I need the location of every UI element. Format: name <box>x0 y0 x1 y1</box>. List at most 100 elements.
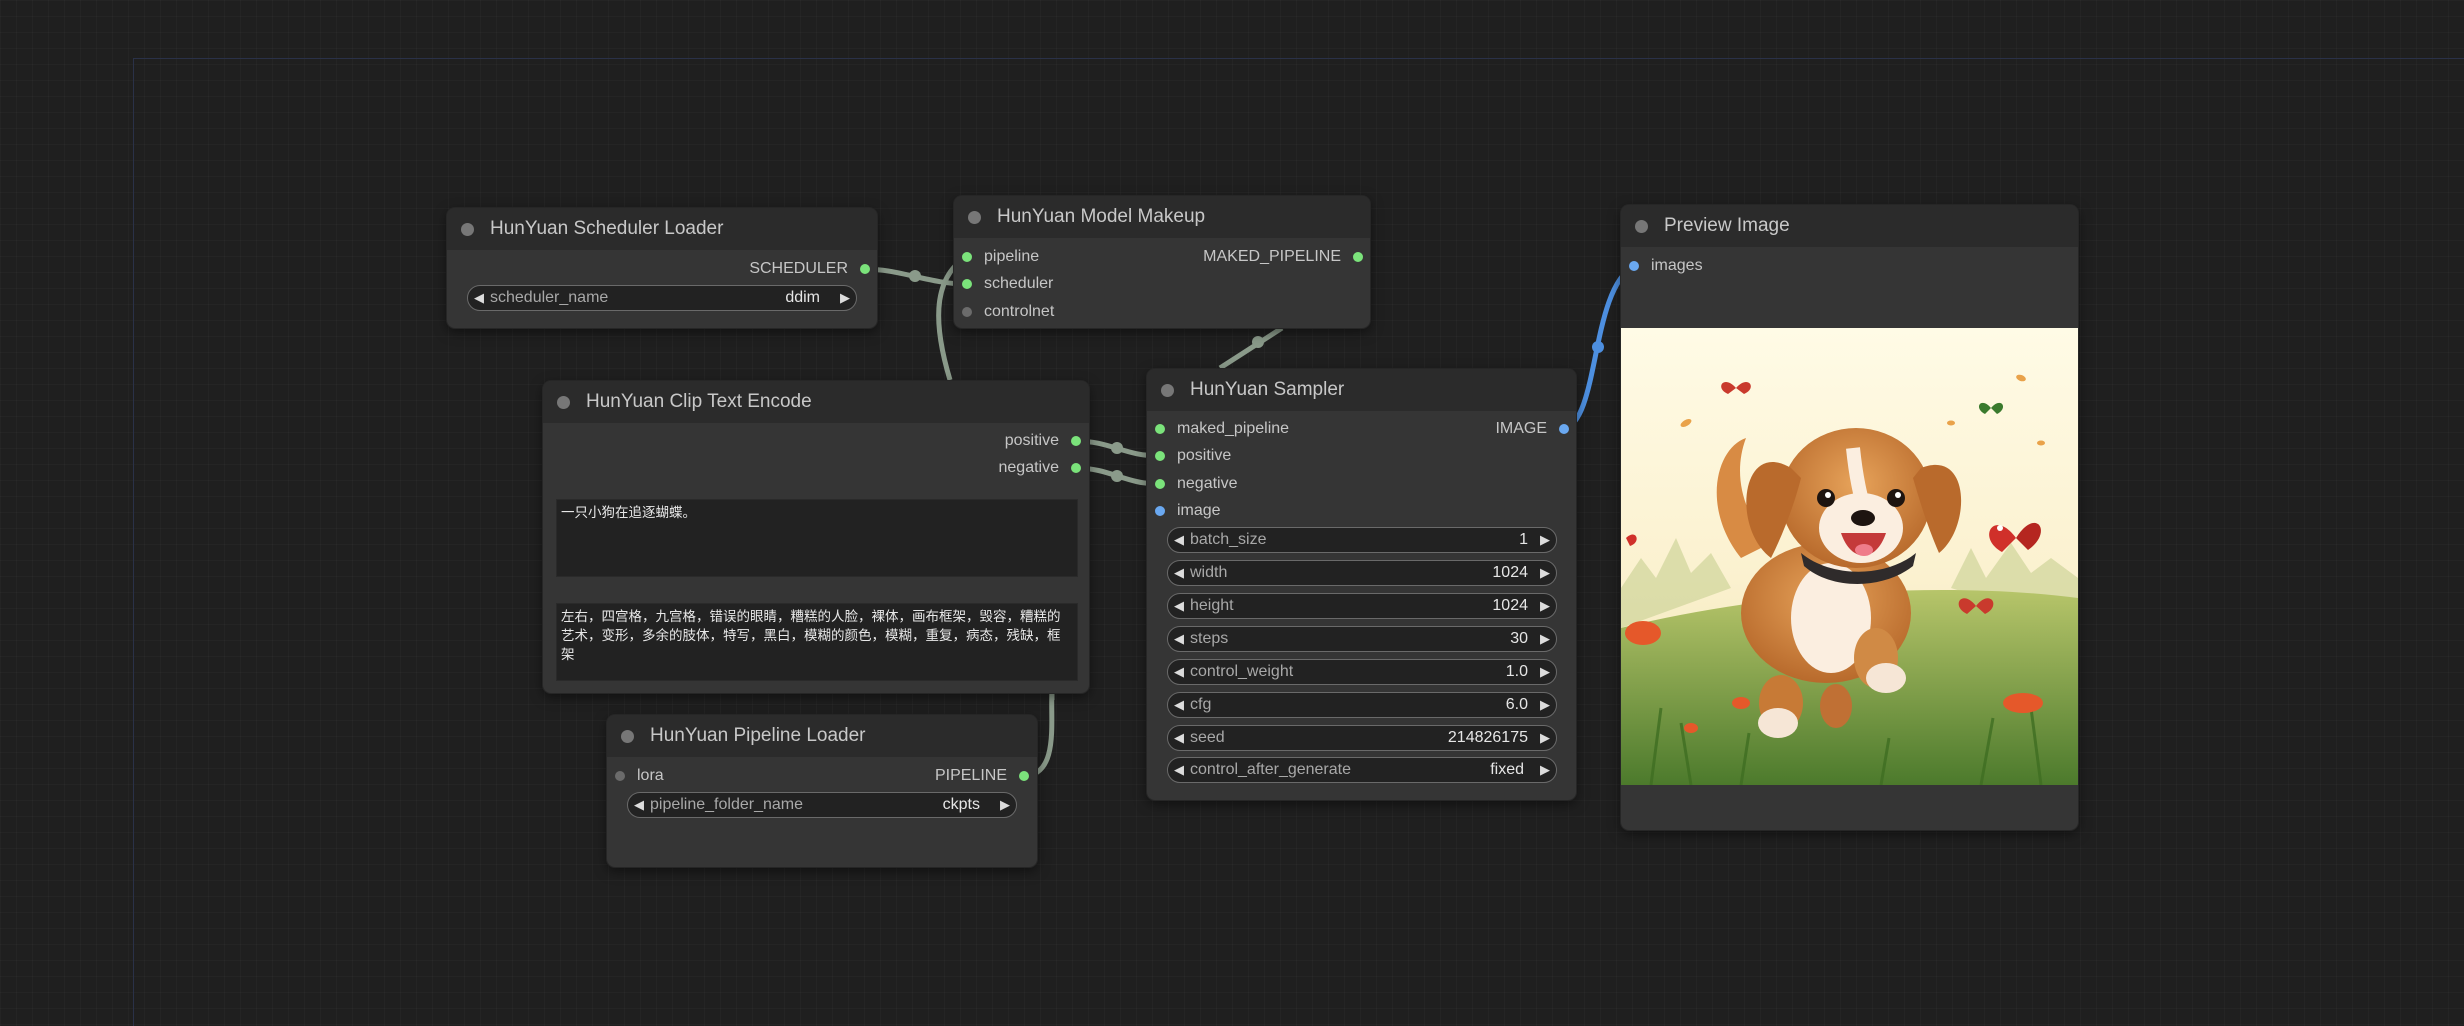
increment-arrow-icon[interactable]: ▶ <box>1534 730 1556 746</box>
decrement-arrow-icon[interactable]: ◀ <box>1168 631 1190 647</box>
output-slot-pipeline[interactable]: PIPELINE <box>935 763 1029 789</box>
decrement-arrow-icon[interactable]: ◀ <box>1168 664 1190 680</box>
widget-value: ddim <box>785 289 820 306</box>
input-slot-images[interactable]: images <box>1629 253 1703 279</box>
node-title-bar[interactable]: HunYuan Model Makeup <box>954 196 1370 238</box>
widget-value: fixed <box>1490 761 1524 778</box>
output-slot-positive[interactable]: positive <box>1005 428 1081 454</box>
collapse-toggle-icon[interactable] <box>968 210 981 224</box>
number-height[interactable]: ◀ height 1024 ▶ <box>1167 593 1557 619</box>
widget-label: control_weight <box>1190 663 1294 680</box>
node-model-makeup[interactable]: HunYuan Model Makeup pipeline scheduler … <box>954 196 1370 328</box>
slot-label: negative <box>998 459 1060 476</box>
output-slot-negative[interactable]: negative <box>998 455 1081 481</box>
decrement-arrow-icon[interactable]: ◀ <box>1168 532 1190 548</box>
input-slot-scheduler[interactable]: scheduler <box>962 271 1053 297</box>
decrement-arrow-icon[interactable]: ◀ <box>1168 730 1190 746</box>
collapse-toggle-icon[interactable] <box>1161 383 1174 397</box>
slot-label: image <box>1177 502 1221 519</box>
negative-prompt-textarea[interactable]: 左右，四宫格，九宫格，错误的眼睛，糟糕的人脸，裸体，画布框架，毁容，糟糕的艺术，… <box>556 603 1078 681</box>
slot-connector-icon[interactable] <box>1155 479 1165 489</box>
slot-connector-icon[interactable] <box>962 279 972 289</box>
increment-arrow-icon[interactable]: ▶ <box>1534 762 1556 778</box>
slot-label: positive <box>1004 432 1059 449</box>
widget-value: 6.0 <box>1505 696 1528 713</box>
slot-label: IMAGE <box>1495 420 1547 437</box>
widget-value: 1024 <box>1492 597 1528 614</box>
number-batch-size[interactable]: ◀ batch_size 1 ▶ <box>1167 527 1557 553</box>
widget-label: batch_size <box>1190 531 1267 548</box>
decrement-arrow-icon[interactable]: ◀ <box>1168 762 1190 778</box>
output-slot-maked-pipeline[interactable]: MAKED_PIPELINE <box>1203 244 1363 270</box>
input-slot-pipeline[interactable]: pipeline <box>962 244 1039 270</box>
input-slot-maked-pipeline[interactable]: maked_pipeline <box>1155 416 1289 442</box>
collapse-toggle-icon[interactable] <box>461 222 474 236</box>
combo-pipeline-folder-name[interactable]: ◀ pipeline_folder_name ckpts ▶ <box>627 792 1017 818</box>
slot-connector-icon[interactable] <box>1071 463 1081 473</box>
increment-arrow-icon[interactable]: ▶ <box>994 797 1016 813</box>
input-slot-positive[interactable]: positive <box>1155 443 1231 469</box>
decrement-arrow-icon[interactable]: ◀ <box>1168 697 1190 713</box>
decrement-arrow-icon[interactable]: ◀ <box>1168 565 1190 581</box>
number-steps[interactable]: ◀ steps 30 ▶ <box>1167 626 1557 652</box>
widget-label: seed <box>1190 729 1225 746</box>
node-clip-text-encode[interactable]: HunYuan Clip Text Encode positive negati… <box>543 381 1089 693</box>
widget-label: steps <box>1190 630 1229 647</box>
increment-arrow-icon[interactable]: ▶ <box>1534 598 1556 614</box>
decrement-arrow-icon[interactable]: ◀ <box>1168 598 1190 614</box>
link-positive-midpoint <box>1111 442 1123 454</box>
input-slot-controlnet[interactable]: controlnet <box>962 299 1054 325</box>
link-scheduler-midpoint <box>909 270 921 282</box>
slot-connector-icon[interactable] <box>615 771 625 781</box>
slot-connector-icon[interactable] <box>962 252 972 262</box>
slot-connector-icon[interactable] <box>1155 506 1165 516</box>
positive-prompt-textarea[interactable]: 一只小狗在追逐蝴蝶。 <box>556 499 1078 577</box>
combo-control-after-generate[interactable]: ◀ control_after_generate fixed ▶ <box>1167 757 1557 783</box>
link-maked-midpoint <box>1252 336 1264 348</box>
collapse-toggle-icon[interactable] <box>621 729 634 743</box>
collapse-toggle-icon[interactable] <box>557 395 570 409</box>
combo-scheduler-name[interactable]: ◀ scheduler_name ddim ▶ <box>467 285 857 311</box>
preview-image[interactable] <box>1621 328 2078 785</box>
slot-connector-icon[interactable] <box>962 307 972 317</box>
node-sampler[interactable]: HunYuan Sampler maked_pipeline positive … <box>1147 369 1576 800</box>
input-slot-image[interactable]: image <box>1155 498 1221 524</box>
node-title-bar[interactable]: HunYuan Clip Text Encode <box>543 381 1089 423</box>
increment-arrow-icon[interactable]: ▶ <box>1534 565 1556 581</box>
widget-value: 1 <box>1519 531 1528 548</box>
increment-arrow-icon[interactable]: ▶ <box>1534 664 1556 680</box>
output-slot-scheduler[interactable]: SCHEDULER <box>749 256 870 282</box>
increment-arrow-icon[interactable]: ▶ <box>1534 697 1556 713</box>
input-slot-negative[interactable]: negative <box>1155 471 1238 497</box>
node-title-bar[interactable]: HunYuan Pipeline Loader <box>607 715 1037 757</box>
slot-connector-icon[interactable] <box>1155 424 1165 434</box>
increment-arrow-icon[interactable]: ▶ <box>1534 532 1556 548</box>
slot-connector-icon[interactable] <box>1071 436 1081 446</box>
slot-connector-icon[interactable] <box>1155 451 1165 461</box>
decrement-arrow-icon[interactable]: ◀ <box>628 797 650 813</box>
node-title-bar[interactable]: Preview Image <box>1621 205 2078 247</box>
node-scheduler-loader[interactable]: HunYuan Scheduler Loader SCHEDULER ◀ sch… <box>447 208 877 328</box>
node-title-bar[interactable]: HunYuan Sampler <box>1147 369 1576 411</box>
output-slot-image[interactable]: IMAGE <box>1495 416 1569 442</box>
decrement-arrow-icon[interactable]: ◀ <box>468 290 490 306</box>
number-seed[interactable]: ◀ seed 214826175 ▶ <box>1167 725 1557 751</box>
slot-label: negative <box>1177 475 1238 492</box>
increment-arrow-icon[interactable]: ▶ <box>1534 631 1556 647</box>
input-slot-lora[interactable]: lora <box>615 763 664 789</box>
number-cfg[interactable]: ◀ cfg 6.0 ▶ <box>1167 692 1557 718</box>
slot-connector-icon[interactable] <box>860 264 870 274</box>
widget-value: 1.0 <box>1505 663 1528 680</box>
increment-arrow-icon[interactable]: ▶ <box>834 290 856 306</box>
slot-connector-icon[interactable] <box>1019 771 1029 781</box>
number-control-weight[interactable]: ◀ control_weight 1.0 ▶ <box>1167 659 1557 685</box>
collapse-toggle-icon[interactable] <box>1635 219 1648 233</box>
slot-connector-icon[interactable] <box>1629 261 1639 271</box>
slot-connector-icon[interactable] <box>1559 424 1569 434</box>
number-width[interactable]: ◀ width 1024 ▶ <box>1167 560 1557 586</box>
node-title-bar[interactable]: HunYuan Scheduler Loader <box>447 208 877 250</box>
graph-canvas[interactable]: HunYuan Scheduler Loader SCHEDULER ◀ sch… <box>0 0 2464 1026</box>
slot-connector-icon[interactable] <box>1353 252 1363 262</box>
node-preview-image[interactable]: Preview Image images <box>1621 205 2078 830</box>
node-pipeline-loader[interactable]: HunYuan Pipeline Loader lora PIPELINE ◀ … <box>607 715 1037 867</box>
